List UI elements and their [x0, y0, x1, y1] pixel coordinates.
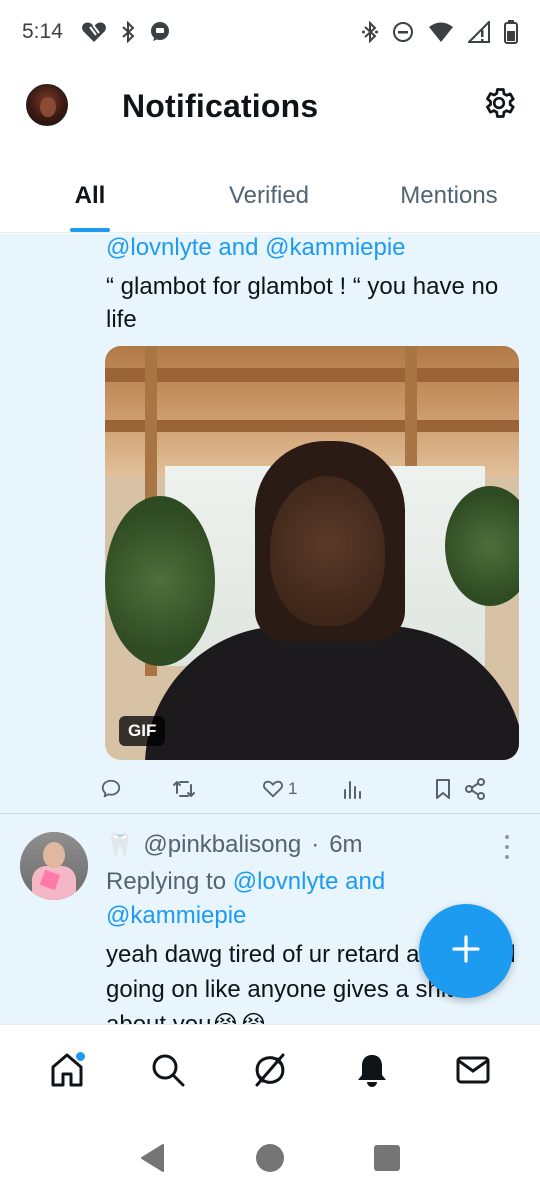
- search-icon: [149, 1051, 187, 1094]
- tweet-actions: 1: [100, 774, 520, 804]
- gif-badge: GIF: [119, 716, 166, 746]
- app-header: Notifications: [0, 64, 540, 152]
- signal-icon: [468, 21, 490, 43]
- nav-home[interactable]: [37, 1043, 97, 1103]
- system-navigation-bar: [0, 1120, 540, 1200]
- status-right-icons: [362, 20, 518, 44]
- bookmark-icon: [434, 778, 452, 800]
- user-handle[interactable]: @pinkbalisong: [143, 831, 301, 859]
- mention-link[interactable]: @kammiepie: [106, 902, 246, 929]
- heart-broken-icon: [81, 21, 107, 43]
- retweet-button[interactable]: [172, 778, 262, 800]
- battery-icon: [504, 20, 518, 44]
- tab-label: Mentions: [400, 182, 498, 209]
- gear-icon: [481, 85, 517, 126]
- more-options-button[interactable]: [502, 835, 512, 859]
- tab-verified[interactable]: Verified: [180, 160, 358, 232]
- reply-mentions[interactable]: @lovnlyte and @kammiepie: [106, 234, 406, 262]
- bluetooth-icon: [121, 21, 135, 43]
- share-button[interactable]: [464, 778, 494, 800]
- gif-scene-person-face: [270, 476, 385, 626]
- wifi-icon: [428, 21, 454, 43]
- home-notification-dot: [75, 1051, 85, 1061]
- tab-label: Verified: [228, 182, 310, 209]
- avatar-head: [43, 842, 65, 868]
- mail-icon: [454, 1051, 492, 1094]
- mention-and: and: [345, 868, 386, 895]
- tweet-time: 6m: [329, 831, 363, 858]
- gif-scene-beam: [105, 368, 519, 382]
- nav-messages[interactable]: [443, 1043, 503, 1103]
- status-bar: 5:14: [0, 0, 540, 64]
- mention-link[interactable]: @lovnlyte: [233, 868, 339, 895]
- more-dot: [505, 845, 509, 849]
- nav-notifications[interactable]: [342, 1043, 402, 1103]
- tweet-gif[interactable]: GIF: [105, 346, 519, 760]
- profile-avatar[interactable]: [26, 84, 68, 126]
- more-dot: [505, 835, 509, 839]
- compose-button[interactable]: [419, 904, 513, 998]
- nav-search[interactable]: [138, 1043, 198, 1103]
- settings-button[interactable]: [480, 86, 518, 124]
- notification-tabs: All Verified Mentions: [0, 160, 540, 233]
- user-avatar[interactable]: [20, 832, 88, 900]
- status-time: 5:14: [22, 20, 63, 43]
- bell-icon: [353, 1051, 391, 1094]
- gif-scene-plant: [105, 496, 215, 666]
- replying-to: Replying to @lovnlyte and @kammiepie: [106, 865, 426, 933]
- gif-scene-beam: [105, 420, 519, 432]
- do-not-disturb-icon: [392, 21, 414, 43]
- retweet-icon: [172, 778, 196, 800]
- reply-button[interactable]: [100, 778, 172, 800]
- like-button[interactable]: 1: [262, 778, 342, 800]
- status-left-icons: [81, 21, 171, 43]
- share-icon: [464, 778, 486, 800]
- tooth-icon: 🦷: [106, 832, 134, 857]
- tweet-header: 🦷 @pinkbalisong · 6m: [106, 831, 363, 859]
- separator-dot: ·: [311, 831, 320, 858]
- like-count: 1: [288, 779, 298, 798]
- tweet-text: “ glambot for glambot ! “ you have no li…: [106, 273, 499, 333]
- bluetooth-icon: [362, 21, 378, 43]
- views-icon: [342, 778, 362, 800]
- tab-all[interactable]: All: [0, 160, 180, 232]
- active-tab-indicator: [70, 228, 110, 232]
- more-dot: [505, 855, 509, 859]
- tab-label: All: [74, 182, 106, 209]
- nav-grok[interactable]: [240, 1043, 300, 1103]
- recents-icon[interactable]: [373, 1144, 401, 1177]
- tab-mentions[interactable]: Mentions: [358, 160, 540, 232]
- messenger-icon: [149, 21, 171, 43]
- heart-icon: [262, 778, 284, 800]
- replying-prefix: Replying to: [106, 868, 227, 895]
- grok-icon: [251, 1051, 289, 1094]
- home-circle-icon[interactable]: [255, 1143, 285, 1178]
- plus-icon: [450, 933, 482, 970]
- bottom-navigation: [0, 1024, 540, 1120]
- tweet[interactable]: @lovnlyte and @kammiepie “ glambot for g…: [0, 234, 540, 814]
- reply-icon: [100, 778, 122, 800]
- back-icon[interactable]: [139, 1143, 167, 1178]
- bookmark-button[interactable]: [434, 778, 464, 800]
- views-button[interactable]: [342, 778, 434, 800]
- page-title: Notifications: [122, 88, 319, 124]
